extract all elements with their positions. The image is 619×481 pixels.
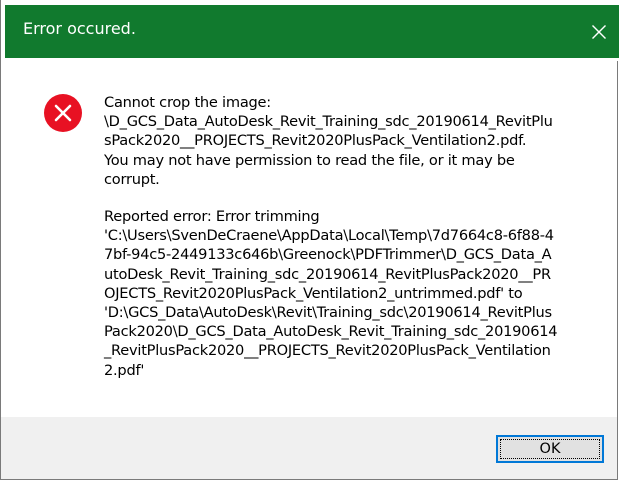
ok-button-label: OK [539, 441, 561, 457]
message-line: corrupt. [104, 170, 160, 188]
error-icon [44, 94, 82, 132]
error-message: Cannot crop the image: \D_GCS_Data_AutoD… [104, 93, 604, 380]
error-detail-line: 'C:\Users\SvenDeCraene\AppData\Local\Tem… [104, 227, 554, 245]
error-detail-line: OJECTS_Revit2020PlusPack_Ventilation2_un… [104, 284, 523, 302]
message-line: Cannot crop the image: [104, 94, 271, 111]
error-detail-line: 2.pdf' [104, 361, 145, 379]
title-bar[interactable]: Error occured. [1, 0, 619, 61]
error-dialog: Error occured. Cannot crop the image: \D… [0, 0, 619, 480]
error-detail-line: Reported error: Error trimming [104, 208, 320, 226]
ok-button[interactable]: OK [496, 435, 604, 463]
close-button[interactable] [579, 5, 619, 58]
message-line: \D_GCS_Data_AutoDesk_Revit_Training_sdc_… [104, 113, 553, 131]
dialog-footer: OK [1, 417, 617, 479]
error-detail-line: 7bf-94c5-2449133c646b\Greenock\PDFTrimme… [104, 246, 552, 264]
title-bar-fill: Error occured. [5, 5, 619, 58]
dialog-title: Error occured. [23, 19, 136, 38]
message-line: sPack2020__PROJECTS_Revit2020PlusPack_Ve… [104, 132, 527, 150]
message-line: You may not have permission to read the … [104, 151, 515, 169]
error-detail-line: utoDesk_Revit_Training_sdc_20190614_Revi… [104, 265, 551, 283]
error-detail-line: _RevitPlusPack2020__PROJECTS_Revit2020Pl… [104, 342, 551, 360]
error-detail-line: Pack2020\D_GCS_Data_AutoDesk_Revit_Train… [104, 323, 558, 341]
close-icon [592, 24, 606, 39]
dialog-body: Cannot crop the image: \D_GCS_Data_AutoD… [1, 61, 617, 417]
error-detail-line: 'D:\GCS_Data\AutoDesk\Revit\Training_sdc… [104, 304, 552, 322]
